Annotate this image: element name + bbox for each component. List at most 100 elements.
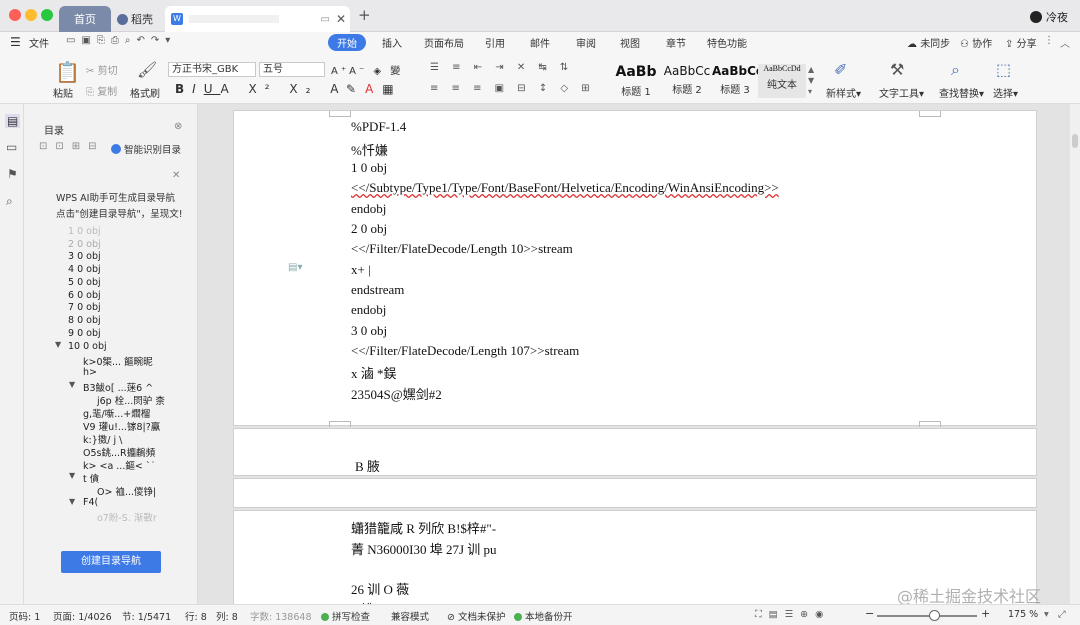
zoom-slider[interactable] <box>877 615 977 617</box>
document-page[interactable]: B 腋 <box>233 428 1037 476</box>
toc-item[interactable]: 5 0 obj <box>68 277 101 288</box>
toc-panel-icon[interactable]: ▤ <box>5 114 21 128</box>
page-count[interactable]: 页面: 1/4026 <box>53 609 112 623</box>
minimize-window-button[interactable] <box>25 9 37 21</box>
highlight-color-icons[interactable]: ✎A▦ <box>346 82 403 96</box>
tab-page-layout[interactable]: 页面布局 <box>424 35 464 50</box>
paragraph-handle-icon[interactable]: ▤▾ <box>288 262 302 273</box>
style-heading-1[interactable]: AaBb 标题 1 <box>612 64 660 98</box>
toc-item[interactable]: F4( <box>83 497 98 508</box>
tab-mail[interactable]: 邮件 <box>530 35 550 50</box>
tab-float-icon[interactable]: ▭ <box>320 14 329 25</box>
text-tools-button[interactable]: 文字工具▾ <box>879 85 924 100</box>
maximize-window-button[interactable] <box>41 9 53 21</box>
toc-item[interactable]: 4 0 obj <box>68 264 101 275</box>
zoom-slider-thumb[interactable] <box>928 610 940 621</box>
close-pane-icon[interactable]: ⊗ <box>174 121 182 132</box>
spell-check-toggle[interactable]: 拼写检查 <box>321 609 370 623</box>
view-mode-icons[interactable]: ⛶▤☰⊕◉ <box>755 609 830 620</box>
new-style-icon[interactable]: ✐ <box>834 60 847 79</box>
style-scroll-icons[interactable]: ▲ ▼ ▾ <box>808 64 814 97</box>
toc-item[interactable]: 2 0 obj <box>68 239 101 250</box>
folder-icon[interactable]: ▭ <box>6 140 17 154</box>
toc-item[interactable]: 9 0 obj <box>68 328 101 339</box>
toc-item[interactable]: 3 0 obj <box>68 251 101 262</box>
word-count[interactable]: 字数: 138648 <box>250 609 312 623</box>
hamburger-menu-icon[interactable]: ☰ <box>10 35 21 49</box>
style-plain-text[interactable]: AaBbCcDd 纯文本 <box>758 64 806 98</box>
zoom-out-button[interactable]: − <box>865 607 874 620</box>
toc-item[interactable]: k>0榘... 饇畹昵 <box>83 354 153 368</box>
create-toc-button[interactable]: 创建目录导航 <box>61 551 161 573</box>
new-style-button[interactable]: 新样式▾ <box>826 85 861 100</box>
font-name-select[interactable]: 方正书宋_GBK <box>168 62 256 77</box>
expand-arrow-icon[interactable]: ▼ <box>69 380 75 389</box>
style-heading-2[interactable]: AaBbCc 标题 2 <box>662 64 712 98</box>
expand-arrow-icon[interactable]: ▼ <box>69 497 75 506</box>
toc-item[interactable]: t 僋 <box>83 471 99 485</box>
section-count[interactable]: 节: 1/5471 <box>122 609 171 623</box>
tab-start[interactable]: 开始 <box>328 34 366 51</box>
alignment-icons[interactable]: ≡ ≡ ≡ ▣ ⊟ ↕ ◇ ⊞ <box>430 83 595 94</box>
tab-close-icon[interactable]: ✕ <box>336 12 346 26</box>
toc-item[interactable]: O> 裇...儍铮| <box>97 484 156 498</box>
toc-item[interactable]: O5s銚...R攟鵏頻 <box>83 445 155 459</box>
paste-button[interactable]: 粘贴 <box>53 85 73 100</box>
list-indent-icons[interactable]: ☰ ≡ ⇤ ⇥ ✕ ↹ ⇅ <box>430 62 573 73</box>
vertical-scrollbar[interactable] <box>1070 104 1080 604</box>
format-painter-icon[interactable]: 🖌 <box>137 60 157 79</box>
search-icon[interactable]: ⌕ <box>951 60 960 80</box>
find-replace-button[interactable]: 查找替换▾ <box>939 85 984 100</box>
search-panel-icon[interactable]: ⌕ <box>6 194 13 209</box>
document-canvas[interactable]: %PDF-1.4 %忏嫌 1 0 obj <</Subtype/Type1/Ty… <box>198 104 1070 604</box>
new-tab-button[interactable]: + <box>358 6 371 24</box>
zoom-dropdown-icon[interactable]: ▾ <box>1044 609 1049 620</box>
toc-item[interactable]: 10 0 obj <box>68 341 107 352</box>
user-account[interactable]: 冷夜 <box>1030 9 1068 25</box>
fullscreen-icon[interactable]: ⤢ <box>1058 609 1066 620</box>
tab-insert[interactable]: 插入 <box>382 35 402 50</box>
close-window-button[interactable] <box>9 9 21 21</box>
toc-control-icons[interactable]: ⊡⊡⊞⊟ <box>39 141 105 152</box>
quick-access-icons[interactable]: ▭▣⎘⎙⌕↶↷▾ <box>66 35 176 46</box>
tab-chapter[interactable]: 章节 <box>666 35 686 50</box>
toc-item[interactable]: j6p 栓...焛驴 柰 <box>97 393 165 407</box>
toc-item[interactable]: o7盼-S. 渐斁r <box>97 510 157 524</box>
wrench-icon[interactable]: ⚒ <box>890 60 904 79</box>
bookmark-icon[interactable]: ⚑ <box>7 167 18 181</box>
tab-view[interactable]: 视图 <box>620 35 640 50</box>
tab-home[interactable]: 首页 <box>59 6 111 32</box>
tab-document[interactable]: W ▭ ✕ <box>165 6 350 32</box>
toc-item[interactable]: 6 0 obj <box>68 290 101 301</box>
select-button[interactable]: 选择▾ <box>993 85 1018 100</box>
toc-item[interactable]: 7 0 obj <box>68 302 101 313</box>
smart-toc-button[interactable]: 智能识别目录 <box>111 142 181 156</box>
select-cursor-icon[interactable]: ⬚ <box>996 60 1011 79</box>
toc-item[interactable]: 8 0 obj <box>68 315 101 326</box>
document-page[interactable] <box>233 478 1037 508</box>
toc-item[interactable]: h> <box>83 367 97 378</box>
toc-item[interactable]: 1 0 obj <box>68 226 101 237</box>
close-tip-icon[interactable]: ✕ <box>172 170 180 181</box>
toc-item[interactable]: B3鮁o[ ...蒾6 ^ <box>83 380 153 394</box>
collab-button[interactable]: ⚇ 协作 <box>960 35 992 50</box>
tab-references[interactable]: 引用 <box>485 35 505 50</box>
protection-status[interactable]: ⊘ 文档未保护 <box>447 609 506 623</box>
zoom-level[interactable]: 175 % <box>1008 609 1038 620</box>
font-size-select[interactable]: 五号 <box>259 62 325 77</box>
file-menu[interactable]: 文件 <box>29 35 49 50</box>
zoom-in-button[interactable]: + <box>981 607 990 620</box>
expand-arrow-icon[interactable]: ▼ <box>69 471 75 480</box>
toc-item[interactable]: k> <a ...鏂< `˙ <box>83 458 155 472</box>
scrollbar-thumb[interactable] <box>1072 134 1078 148</box>
cut-button[interactable]: ✂ 剪切 <box>86 62 118 77</box>
backup-status[interactable]: 本地备份开 <box>514 609 573 623</box>
more-icon[interactable]: ⋮ <box>1044 35 1054 46</box>
tab-special-features[interactable]: 特色功能 <box>707 35 747 50</box>
font-format-icons[interactable]: BIUA X² X₂ A <box>175 82 346 96</box>
copy-button[interactable]: ⎘ 复制 <box>86 83 117 98</box>
toc-item[interactable]: k:}擞/ j \ <box>83 432 122 446</box>
share-button[interactable]: ⇪ 分享 <box>1005 35 1037 50</box>
toc-item[interactable]: V9 瓘u!...镓8|?鸁 <box>83 419 160 433</box>
page-number[interactable]: 页码: 1 <box>9 609 40 623</box>
